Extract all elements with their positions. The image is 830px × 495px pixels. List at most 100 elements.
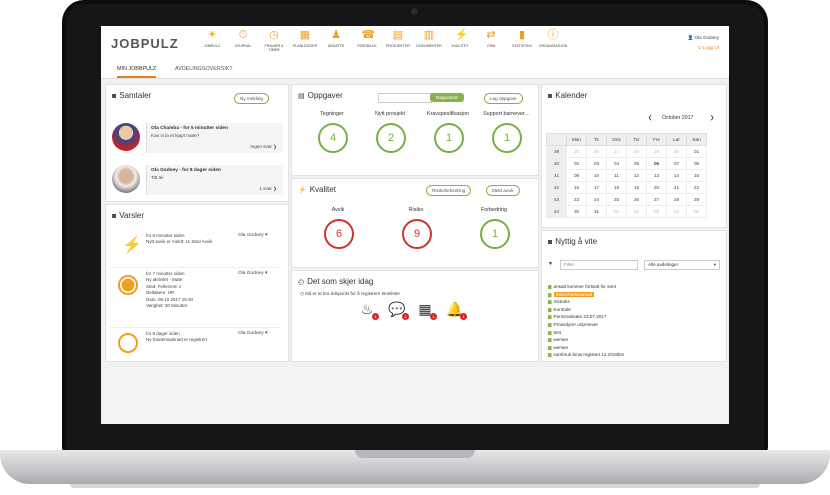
calendar-day[interactable]: 26 bbox=[586, 145, 607, 158]
calendar-day[interactable]: 30 bbox=[666, 145, 687, 158]
tab-avdelingsoversikt[interactable]: AVDELINGSOVERSIKT bbox=[175, 66, 233, 72]
calendar-day[interactable]: 04 bbox=[606, 157, 627, 170]
calendar-day[interactable]: 28 bbox=[666, 193, 687, 206]
notification-item[interactable]: ⚡ for 6 minutter siden Nytt avvik er mel… bbox=[110, 231, 280, 268]
calendar-day[interactable]: 29 bbox=[686, 193, 707, 206]
calendar-day[interactable]: 25 bbox=[606, 193, 627, 206]
calendar-day[interactable]: 23 bbox=[566, 193, 587, 206]
notification-item[interactable]: for 7 minutter siden Ny aktivitet - Møte… bbox=[110, 269, 280, 328]
calendar-day[interactable]: 24 bbox=[586, 193, 607, 206]
meld-avvik-button[interactable]: Meld avvik bbox=[486, 185, 520, 196]
calendar-day[interactable]: 14 bbox=[666, 169, 687, 182]
calendar-day[interactable]: 03 bbox=[586, 157, 607, 170]
nav-item-jobpulz[interactable]: ☀ JOBPULZ bbox=[197, 30, 227, 49]
nav-item-kvalitet[interactable]: ⚡ KVALITET bbox=[445, 30, 475, 49]
prev-month-button[interactable]: ❮ bbox=[648, 115, 652, 121]
calendar-day[interactable]: 05 bbox=[686, 205, 707, 218]
calendar-day[interactable]: 29 bbox=[646, 145, 667, 158]
calendar-day[interactable]: 11 bbox=[606, 169, 627, 182]
notification-author[interactable]: Ola Godoey ▾ bbox=[238, 271, 267, 276]
nav-item-organisasjon[interactable]: ⓘ ORGANISASJON bbox=[538, 30, 568, 49]
calendar-day[interactable]: 18 bbox=[606, 181, 627, 194]
nav-item-dokumenter[interactable]: ▥ DOKUMENTER bbox=[414, 30, 444, 49]
message-item[interactable]: Ola Godoey - for 8 dager siden Titt tei … bbox=[146, 165, 283, 195]
quality-count[interactable]: 1 bbox=[480, 219, 510, 249]
calendar-day[interactable]: 02 bbox=[566, 157, 587, 170]
task-count[interactable]: 2 bbox=[376, 123, 406, 153]
calendar-day[interactable]: 06 bbox=[646, 157, 667, 170]
calendar-day[interactable]: 05 bbox=[626, 157, 647, 170]
message-reply-link[interactable]: Ingen svar ❯ bbox=[250, 144, 277, 150]
nav-item-journal[interactable]: ⏱ JOURNAL bbox=[228, 30, 258, 49]
calendar-day[interactable]: 15 bbox=[686, 169, 707, 182]
tab-min-jobbpulz[interactable]: MIN JOBBPULZ bbox=[117, 66, 157, 78]
calendar-day[interactable]: 27 bbox=[606, 145, 627, 158]
rapportert-button[interactable]: Rapportert bbox=[430, 93, 464, 102]
list-item[interactable]: ▆ werwer bbox=[548, 344, 624, 352]
calendar-day[interactable]: 04 bbox=[666, 205, 687, 218]
calendar-day[interactable]: 27 bbox=[646, 193, 667, 206]
logout-link[interactable]: ⏻ Logg Ut bbox=[687, 45, 719, 50]
calendar-day[interactable]: 01 bbox=[606, 205, 627, 218]
user-menu[interactable]: 👤 Ola Godoey ⏻ Logg Ut bbox=[687, 35, 719, 50]
calendar-day[interactable]: 12 bbox=[626, 169, 647, 182]
task-count[interactable]: 1 bbox=[492, 123, 522, 153]
calendar-day[interactable]: 19 bbox=[626, 181, 647, 194]
list-item[interactable]: ▆ Sikkerhetsmanual bbox=[548, 291, 624, 299]
calendar-icon[interactable]: ▦ 1 bbox=[416, 301, 437, 320]
nav-item-statistikk[interactable]: ▮ STATISTIKK bbox=[507, 30, 537, 49]
quality-count[interactable]: 6 bbox=[324, 219, 354, 249]
calendar-day[interactable]: 31 bbox=[586, 205, 607, 218]
next-month-button[interactable]: ❯ bbox=[710, 115, 714, 121]
calendar-day[interactable]: 08 bbox=[686, 157, 707, 170]
task-count[interactable]: 1 bbox=[434, 123, 464, 153]
notification-author[interactable]: Ola Godoey ▾ bbox=[238, 233, 267, 238]
chat-icon[interactable]: 💬 2 bbox=[388, 301, 409, 320]
birthday-cake-icon[interactable]: ♨ 1 bbox=[358, 301, 379, 320]
jobpulz-logo[interactable]: JOBPULZ bbox=[111, 36, 179, 51]
calendar-day[interactable]: 26 bbox=[626, 193, 647, 206]
new-message-button[interactable]: Ny melding bbox=[234, 93, 269, 104]
calendar-day[interactable]: 30 bbox=[566, 205, 587, 218]
calendar-day[interactable]: 22 bbox=[686, 181, 707, 194]
list-item[interactable]: ▆ Instruks bbox=[548, 298, 624, 306]
nav-item-crm[interactable]: ⇄ CRM bbox=[476, 30, 506, 49]
calendar-day[interactable]: 01 bbox=[686, 145, 707, 158]
list-item[interactable]: ▆ Kontrakt bbox=[548, 306, 624, 314]
notification-item[interactable]: for 8 dager siden Ny fraværssøknad er re… bbox=[110, 329, 280, 357]
list-item[interactable]: ▆ test bbox=[548, 329, 624, 337]
calendar-day[interactable]: 20 bbox=[646, 181, 667, 194]
calendar-day[interactable]: 16 bbox=[566, 181, 587, 194]
nav-item-feedback[interactable]: ☎ FEEDBACK bbox=[352, 30, 382, 49]
calendar-day[interactable]: 17 bbox=[586, 181, 607, 194]
calendar-day[interactable]: 25 bbox=[566, 145, 587, 158]
oppgaver-search-input[interactable] bbox=[378, 93, 432, 103]
list-item[interactable]: ▆ Personalmøte 23.07.2017 bbox=[548, 313, 624, 321]
lag-oppgave-button[interactable]: Lag oppgave bbox=[484, 93, 523, 104]
calendar-day[interactable]: 13 bbox=[646, 169, 667, 182]
task-count[interactable]: 4 bbox=[318, 123, 348, 153]
list-item[interactable]: ▆ werwer bbox=[548, 336, 624, 344]
nav-item-planlegger[interactable]: ▦ PLANLEGGER bbox=[290, 30, 320, 49]
quality-count[interactable]: 9 bbox=[402, 219, 432, 249]
nav-item-frav-r-timer[interactable]: ◷ FRAVÆR & TIMER bbox=[259, 30, 289, 53]
message-item[interactable]: Ola Chamba - for 5 minutter siden Kan vi… bbox=[146, 123, 283, 153]
list-item[interactable]: ▆ ansatt kommer fortsatt for sent bbox=[548, 283, 624, 291]
nav-item-prosjekter[interactable]: ▤ PROSJEKTER bbox=[383, 30, 413, 49]
message-reply-link[interactable]: 1 svar ❯ bbox=[259, 186, 277, 192]
nav-item-ansatte[interactable]: ♟ ANSATTE bbox=[321, 30, 351, 49]
bell-icon[interactable]: 🔔 1 bbox=[446, 301, 467, 320]
calendar-day[interactable]: 21 bbox=[666, 181, 687, 194]
calendar-day[interactable]: 28 bbox=[626, 145, 647, 158]
calendar-day[interactable]: 02 bbox=[626, 205, 647, 218]
calendar-day[interactable]: 07 bbox=[666, 157, 687, 170]
calendar-day[interactable]: 10 bbox=[586, 169, 607, 182]
calendar-day[interactable]: 03 bbox=[646, 205, 667, 218]
department-select[interactable]: Alle avdelinger ▾ bbox=[644, 260, 720, 270]
notification-author[interactable]: Ola Godoey ▾ bbox=[238, 331, 267, 336]
list-item[interactable]: ▆ sambruk bmw registert 12.2016bm bbox=[548, 351, 624, 359]
risikoforbedring-button[interactable]: Risikoforbedring bbox=[426, 185, 472, 196]
filter-input[interactable]: Filter bbox=[560, 260, 638, 270]
calendar-day[interactable]: 09 bbox=[566, 169, 587, 182]
list-item[interactable]: ▆ Prosedyrer uriproever bbox=[548, 321, 624, 329]
